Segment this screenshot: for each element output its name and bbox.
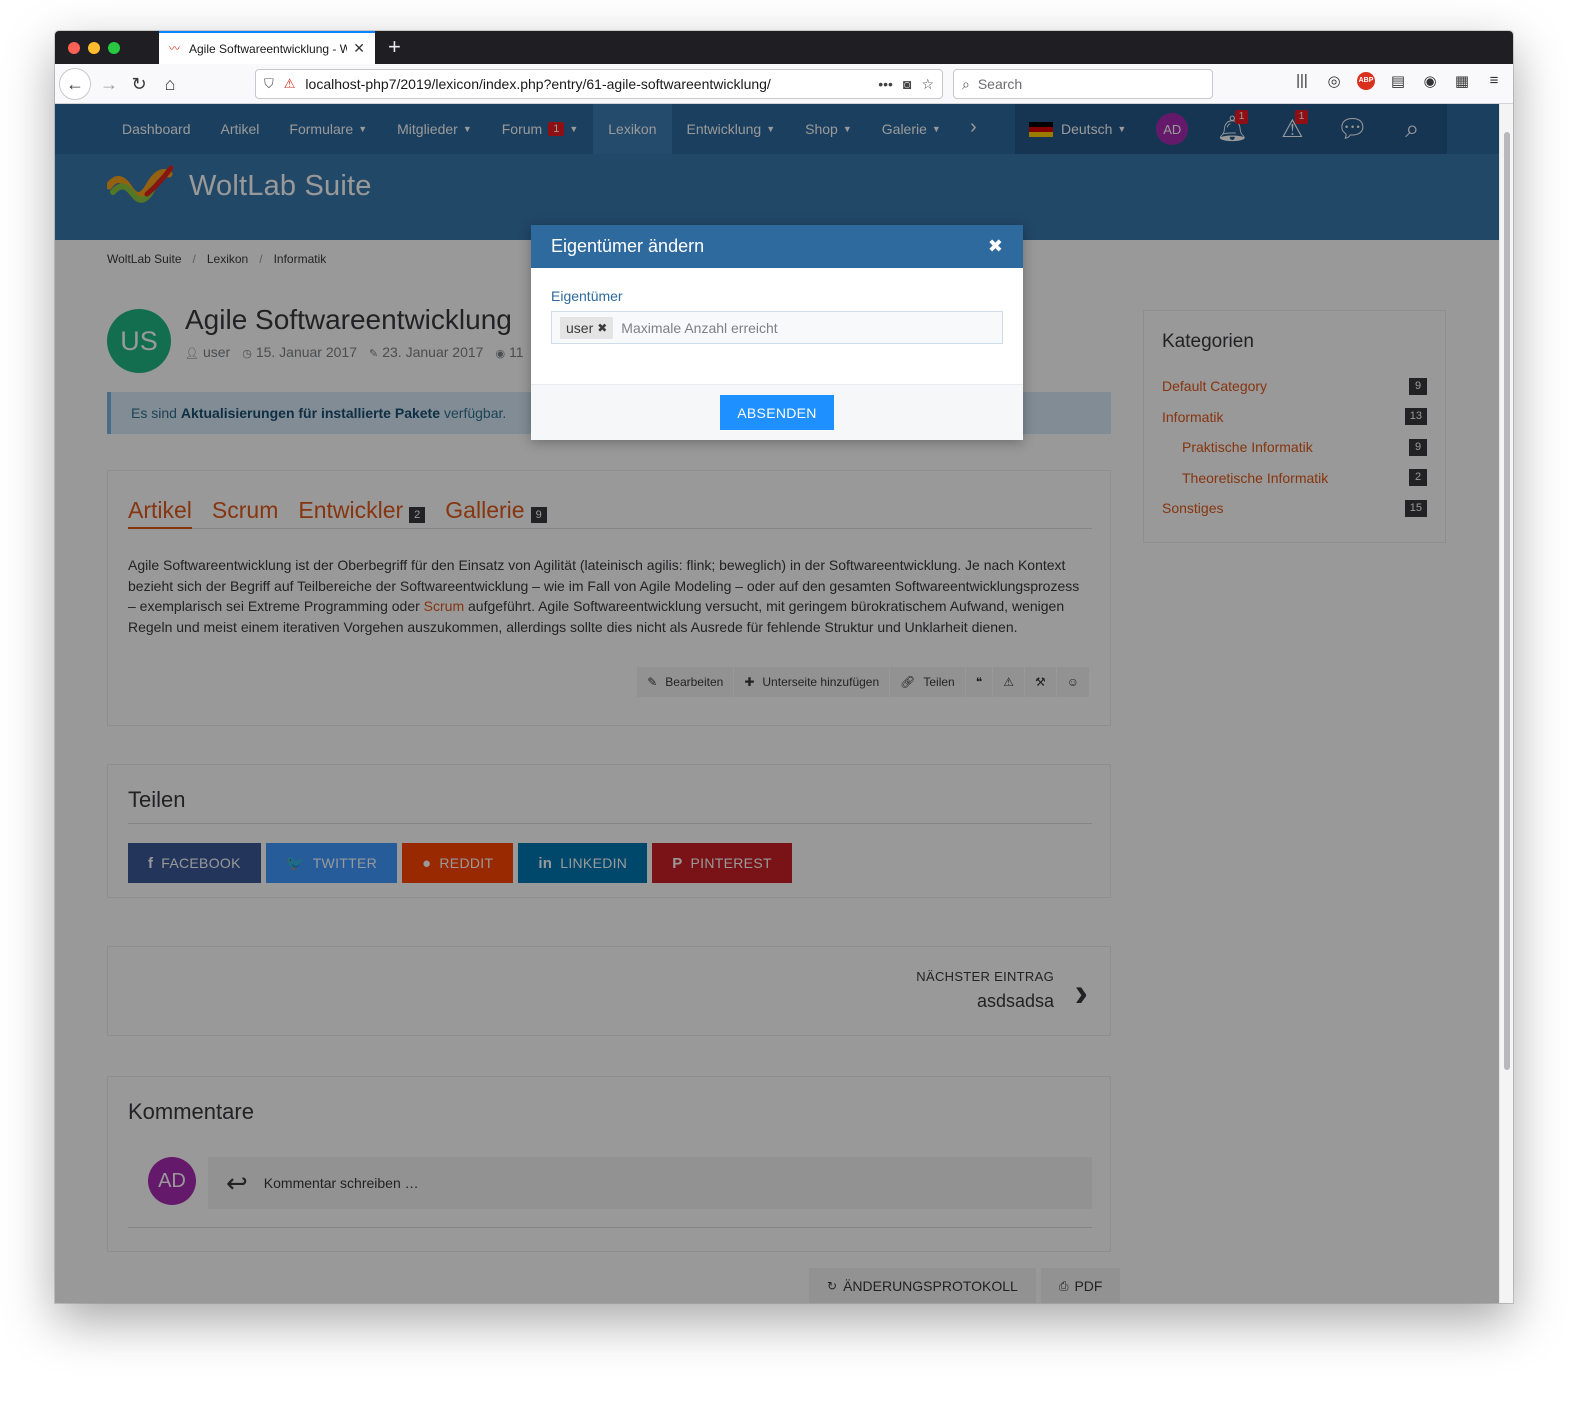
owner-chip: user ✖ [560, 316, 614, 339]
back-button[interactable]: ← [59, 68, 91, 100]
browser-tab-title: Agile Softwareentwicklung - W [189, 41, 348, 56]
new-tab-button[interactable]: + [388, 34, 401, 60]
remove-chip-icon[interactable]: ✖ [597, 321, 607, 335]
close-icon[interactable]: ✖ [988, 236, 1003, 257]
reload-button[interactable]: ↻ [123, 68, 155, 100]
shield-icon[interactable]: ⛉ [264, 76, 274, 92]
submit-button[interactable]: ABSENDEN [720, 395, 834, 430]
browser-window: 〰 Agile Softwareentwicklung - W ✕ + ← → … [55, 31, 1513, 1303]
page-viewport: Dashboard Artikel Formulare ▼ Mitglieder ▼ For… [55, 104, 1499, 1303]
library-icon[interactable]: ||| [1293, 72, 1311, 90]
browser-search-bar[interactable]: ⌕ Search [953, 69, 1213, 99]
close-window-button[interactable] [68, 42, 80, 54]
toolbar-extensions: ||| ◎ ABP ▤ ◉ ▦ ≡ [1293, 72, 1503, 90]
favicon-icon: 〰 [169, 42, 180, 55]
insecure-lock-icon[interactable]: ⚠ [284, 76, 296, 92]
owner-label: Eigentümer [551, 288, 623, 304]
maximize-window-button[interactable] [108, 42, 120, 54]
browser-toolbar: ← → ↻ ⌂ ⛉ ⚠ localhost-php7/2019/lexicon/… [55, 64, 1513, 104]
sidebar-icon[interactable]: ▤ [1389, 72, 1407, 90]
scrollbar-thumb[interactable] [1504, 132, 1510, 1070]
account-icon[interactable]: ◉ [1421, 72, 1439, 90]
extension-icon[interactable]: ◎ [1325, 72, 1343, 90]
adblock-icon[interactable]: ABP [1357, 72, 1375, 90]
close-tab-icon[interactable]: ✕ [353, 40, 365, 57]
change-owner-dialog: Eigentümer ändern ✖ Eigentümer user ✖ Ma… [531, 225, 1023, 440]
page-scrollbar[interactable] [1499, 104, 1513, 1303]
dialog-body: Eigentümer user ✖ Maximale Anzahl erreic… [531, 268, 1023, 384]
dialog-title: Eigentümer ändern [551, 236, 705, 256]
extensions-grid-icon[interactable]: ▦ [1453, 72, 1471, 90]
more-actions-icon[interactable]: ••• [878, 76, 893, 92]
browser-tab[interactable]: 〰 Agile Softwareentwicklung - W ✕ [159, 31, 375, 64]
minimize-window-button[interactable] [88, 42, 100, 54]
pocket-icon[interactable]: ◙ [903, 76, 911, 92]
url-text[interactable]: localhost-php7/2019/lexicon/index.php?en… [305, 76, 868, 92]
dialog-header: Eigentümer ändern ✖ [531, 225, 1023, 268]
url-bar[interactable]: ⛉ ⚠ localhost-php7/2019/lexicon/index.ph… [255, 69, 943, 99]
home-button[interactable]: ⌂ [154, 68, 186, 100]
owner-placeholder: Maximale Anzahl erreicht [621, 319, 778, 336]
browser-tab-bar: 〰 Agile Softwareentwicklung - W ✕ + [55, 31, 1513, 64]
owner-input[interactable]: user ✖ Maximale Anzahl erreicht [551, 311, 1003, 344]
search-icon: ⌕ [962, 75, 970, 92]
menu-icon[interactable]: ≡ [1485, 72, 1503, 90]
forward-button[interactable]: → [93, 68, 125, 100]
owner-chip-label: user [566, 319, 594, 336]
bookmark-star-icon[interactable]: ☆ [921, 76, 934, 93]
dialog-footer: ABSENDEN [531, 384, 1023, 440]
search-placeholder: Search [977, 76, 1023, 92]
